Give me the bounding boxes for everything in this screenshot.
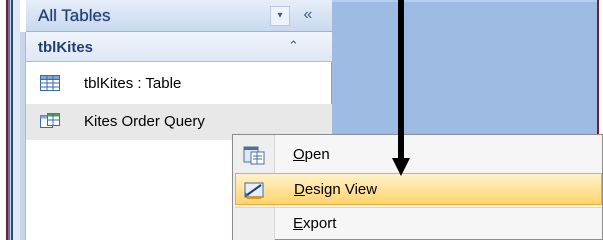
query-icon	[40, 113, 60, 129]
open-icon	[243, 145, 265, 165]
nav-item-label: tblKites : Table	[84, 75, 182, 92]
menu-item-label-rest: pen	[304, 146, 330, 163]
menu-item-label: Export	[293, 215, 336, 232]
accelerator-letter: D	[294, 181, 305, 198]
annotation-arrow-head	[392, 158, 410, 176]
design-view-icon	[244, 180, 266, 200]
workspace-top-strip	[332, 0, 597, 2]
accelerator-letter: E	[293, 215, 304, 232]
menu-item-label-rest: esign View	[304, 181, 378, 198]
menu-item-export[interactable]: Export	[235, 207, 602, 239]
shutter-bar-collapse-icon[interactable]: «	[296, 4, 320, 26]
chevron-down-icon[interactable]: ▾	[270, 6, 290, 26]
table-icon	[40, 75, 60, 91]
nav-pane-header[interactable]: All Tables ▾ «	[26, 0, 332, 32]
nav-pane-title[interactable]: All Tables	[38, 6, 110, 26]
annotation-arrow-shaft	[398, 0, 404, 158]
group-title: tblKites	[38, 39, 94, 56]
chevron-up-icon[interactable]: ⌃	[288, 38, 299, 54]
menu-item-label: Design View	[294, 181, 377, 198]
accelerator-letter: O	[293, 146, 305, 163]
window-edge	[8, 0, 20, 240]
nav-item-label: Kites Order Query	[84, 113, 205, 130]
nav-item-tblkites-table[interactable]: tblKites : Table	[26, 66, 332, 102]
menu-item-label: Open	[293, 146, 330, 163]
menu-item-label-rest: xport	[303, 215, 337, 232]
group-header-tblkites[interactable]: tblKites ⌃	[26, 32, 332, 62]
menu-item-open[interactable]: Open	[235, 139, 602, 171]
context-menu: Open Design View Export	[232, 134, 603, 240]
menu-item-design-view[interactable]: Design View	[235, 173, 602, 205]
